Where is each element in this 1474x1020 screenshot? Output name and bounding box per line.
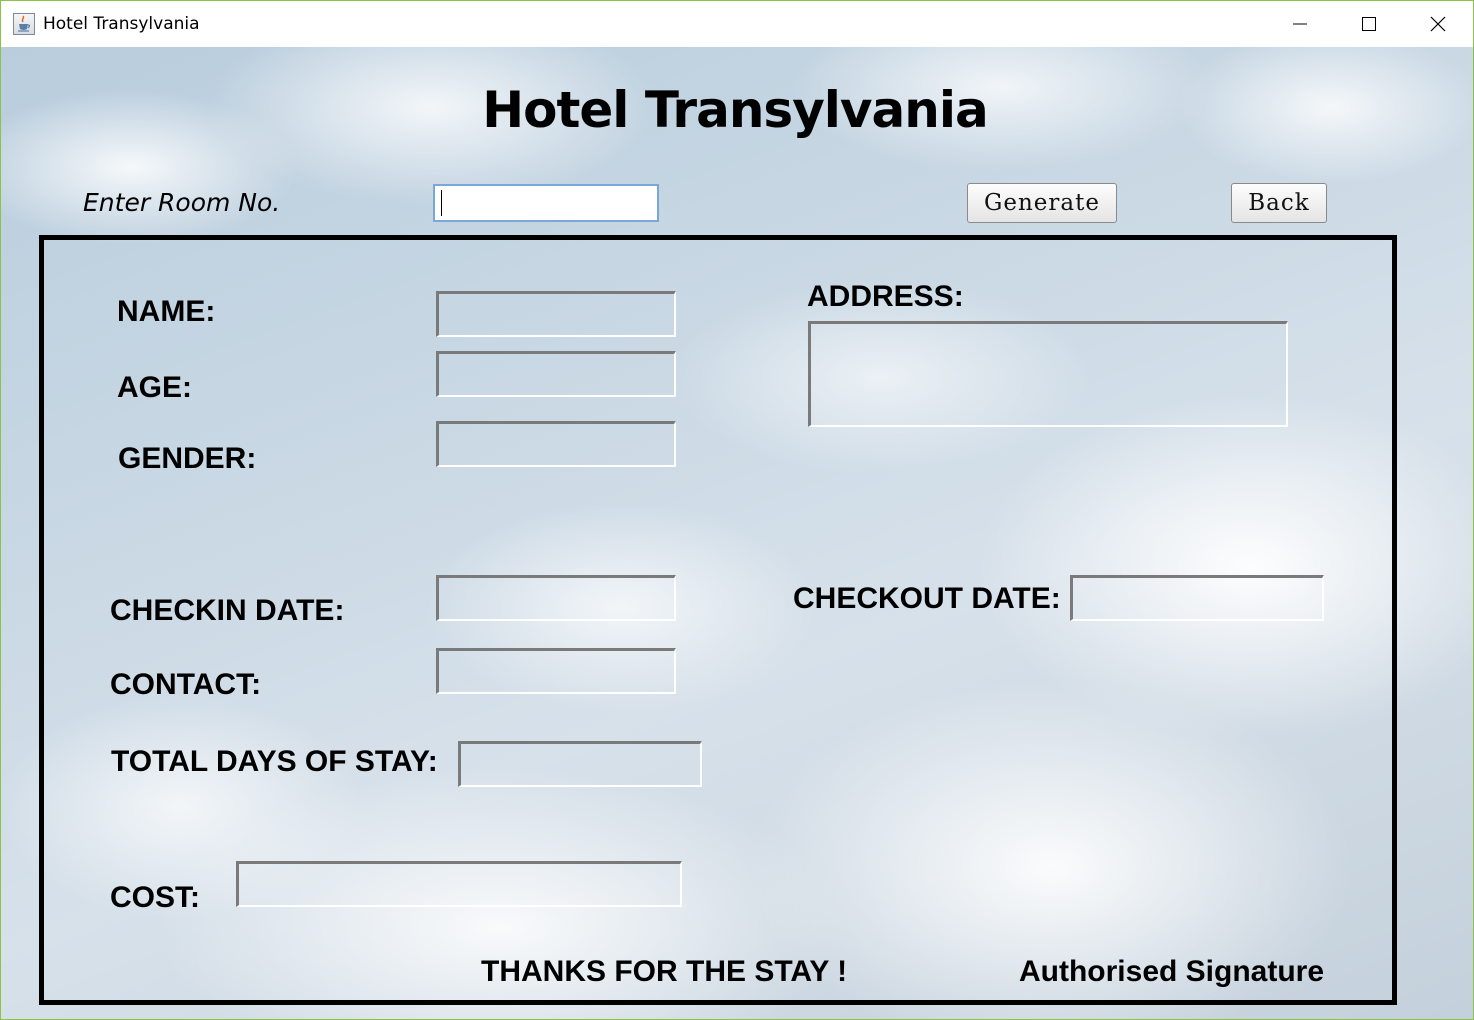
maximize-icon <box>1362 17 1376 31</box>
authorised-signature: Authorised Signature <box>1019 955 1325 988</box>
thanks-message: THANKS FOR THE STAY ! <box>481 955 848 988</box>
cost-label: COST: <box>110 881 200 914</box>
bill-panel: NAME: AGE: GENDER: ADDRESS: CHECKIN DATE… <box>39 235 1397 1005</box>
room-number-label: Enter Room No. <box>83 188 281 217</box>
checkin-date-field[interactable] <box>436 575 676 621</box>
contact-label: CONTACT: <box>110 668 262 701</box>
close-icon <box>1430 16 1446 32</box>
generate-button[interactable]: Generate <box>967 183 1117 223</box>
window-title: Hotel Transylvania <box>43 14 200 34</box>
gender-label: GENDER: <box>118 442 257 475</box>
total-days-label: TOTAL DAYS OF STAY: <box>111 745 438 778</box>
close-button[interactable] <box>1403 1 1473 47</box>
room-number-input[interactable] <box>433 184 659 222</box>
gender-field[interactable] <box>436 421 676 467</box>
name-label: NAME: <box>117 295 216 328</box>
java-cup-icon[interactable] <box>13 13 35 35</box>
back-button[interactable]: Back <box>1231 183 1327 223</box>
total-days-field[interactable] <box>458 741 702 787</box>
page-title-text: Hotel Transylvania <box>482 81 988 139</box>
minimize-icon <box>1293 23 1307 25</box>
app-window: Hotel Transylvania Hotel Transylvania En… <box>0 0 1474 1020</box>
address-label: ADDRESS: <box>807 280 964 313</box>
maximize-button[interactable] <box>1334 1 1404 47</box>
page-title: Hotel Transylvania <box>1 81 1473 139</box>
address-field[interactable] <box>808 321 1288 427</box>
age-label: AGE: <box>117 371 192 404</box>
checkout-date-field[interactable] <box>1070 575 1324 621</box>
name-field[interactable] <box>436 291 676 337</box>
age-field[interactable] <box>436 351 676 397</box>
minimize-button[interactable] <box>1265 1 1335 47</box>
checkout-date-label: CHECKOUT DATE: <box>793 582 1061 615</box>
cost-field[interactable] <box>236 861 682 907</box>
client-area: Hotel Transylvania Enter Room No. Genera… <box>1 47 1473 1019</box>
contact-field[interactable] <box>436 648 676 694</box>
checkin-date-label: CHECKIN DATE: <box>110 594 345 627</box>
text-caret <box>441 190 442 216</box>
title-bar[interactable]: Hotel Transylvania <box>1 1 1473 47</box>
